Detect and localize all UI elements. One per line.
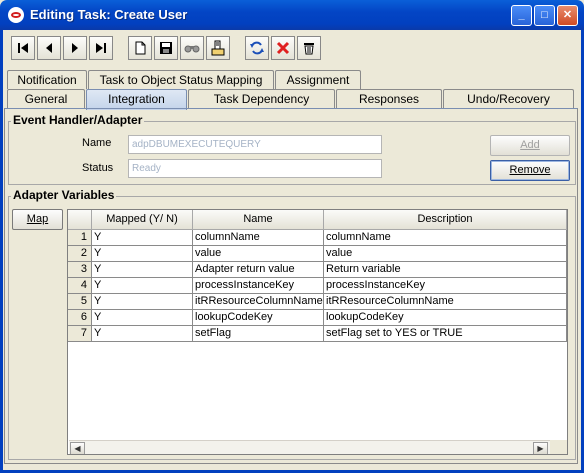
next-record-icon (72, 43, 78, 53)
new-button[interactable] (128, 36, 152, 60)
description-cell[interactable]: value (324, 246, 567, 262)
description-cell[interactable]: itRResourceColumnName (324, 294, 567, 310)
horizontal-scrollbar[interactable]: ◀ ▶ (69, 440, 550, 454)
cancel-button[interactable] (271, 36, 295, 60)
row-number-cell: 1 (68, 230, 92, 246)
cancel-icon (276, 41, 290, 55)
row-number-cell: 2 (68, 246, 92, 262)
delete-icon (304, 43, 314, 55)
assign-icon (211, 40, 225, 56)
remove-label: Remove (509, 164, 551, 176)
adapter-variables-title: Adapter Variables (11, 188, 117, 202)
tab-general[interactable]: General (7, 89, 85, 108)
find-button[interactable] (180, 36, 204, 60)
name-cell[interactable]: lookupCodeKey (193, 310, 324, 326)
row-number-cell: 4 (68, 278, 92, 294)
description-cell[interactable]: processInstanceKey (324, 278, 567, 294)
description-cell[interactable]: lookupCodeKey (324, 310, 567, 326)
name-cell[interactable]: value (193, 246, 324, 262)
mapped-cell[interactable]: Y (92, 310, 193, 326)
tab-task-dependency[interactable]: Task Dependency (188, 89, 335, 108)
column-header-name[interactable]: Name (193, 210, 324, 230)
scroll-corner (550, 440, 567, 454)
previous-record-button[interactable] (37, 36, 61, 60)
refresh-icon (250, 41, 264, 55)
tab-notification[interactable]: Notification (7, 70, 87, 89)
row-number-cell: 5 (68, 294, 92, 310)
mapped-cell[interactable]: Y (92, 294, 193, 310)
new-icon (135, 41, 146, 55)
table-row[interactable]: 3 Y Adapter return value Return variable (68, 262, 567, 278)
table-row[interactable]: 6 Y lookupCodeKey lookupCodeKey (68, 310, 567, 326)
find-icon (184, 45, 200, 53)
previous-record-icon (46, 43, 52, 53)
table-row[interactable]: 5 Y itRResourceColumnName itRResourceCol… (68, 294, 567, 310)
add-button[interactable]: Add (490, 135, 570, 156)
table-row[interactable]: 4 Y processInstanceKey processInstanceKe… (68, 278, 567, 294)
adapter-status-field[interactable]: Ready (128, 159, 382, 178)
mapped-cell[interactable]: Y (92, 262, 193, 278)
row-number-cell: 7 (68, 326, 92, 342)
tab-responses[interactable]: Responses (336, 89, 442, 108)
table-row[interactable]: 7 Y setFlag setFlag set to YES or TRUE (68, 326, 567, 342)
map-button[interactable]: Map (12, 209, 63, 230)
next-record-button[interactable] (63, 36, 87, 60)
minimize-button[interactable]: _ (511, 5, 532, 26)
refresh-button[interactable] (245, 36, 269, 60)
map-label: Map (26, 213, 49, 225)
status-label: Status (82, 162, 114, 174)
adapter-name-field[interactable]: adpDBUMEXECUTEQUERY (128, 135, 382, 154)
name-cell[interactable]: Adapter return value (193, 262, 324, 278)
mapped-cell[interactable]: Y (92, 230, 193, 246)
name-cell[interactable]: setFlag (193, 326, 324, 342)
tab-integration[interactable]: Integration (86, 89, 187, 110)
description-cell[interactable]: setFlag set to YES or TRUE (324, 326, 567, 342)
assign-button[interactable] (206, 36, 230, 60)
name-cell[interactable]: processInstanceKey (193, 278, 324, 294)
remove-button[interactable]: Remove (490, 160, 570, 181)
add-label: Add (520, 139, 540, 151)
maximize-button[interactable]: □ (534, 5, 555, 26)
save-icon (160, 42, 172, 54)
tab-task-to-object-status-mapping[interactable]: Task to Object Status Mapping (88, 70, 274, 89)
column-header-description[interactable]: Description (324, 210, 567, 230)
first-record-icon (18, 43, 28, 53)
row-number-cell: 6 (68, 310, 92, 326)
oracle-logo-icon (8, 7, 24, 23)
adapter-variables-table: Mapped (Y/ N) Name Description 1 Y colum… (67, 209, 568, 455)
mapped-cell[interactable]: Y (92, 326, 193, 342)
last-record-button[interactable] (89, 36, 113, 60)
name-label: Name (82, 137, 112, 149)
first-record-button[interactable] (11, 36, 35, 60)
close-button[interactable]: ✕ (557, 5, 578, 26)
description-cell[interactable]: columnName (324, 230, 567, 246)
name-cell[interactable]: itRResourceColumnName (193, 294, 324, 310)
column-header-row-number[interactable] (68, 210, 92, 230)
table-row[interactable]: 1 Y columnName columnName (68, 230, 567, 246)
column-header-mapped[interactable]: Mapped (Y/ N) (92, 210, 193, 230)
tab-assignment[interactable]: Assignment (275, 70, 361, 89)
delete-button[interactable] (297, 36, 321, 60)
last-record-icon (96, 43, 106, 53)
mapped-cell[interactable]: Y (92, 246, 193, 262)
scroll-left-button[interactable]: ◀ (70, 442, 85, 454)
row-number-cell: 3 (68, 262, 92, 278)
mapped-cell[interactable]: Y (92, 278, 193, 294)
event-handler-title: Event Handler/Adapter (11, 113, 145, 127)
description-cell[interactable]: Return variable (324, 262, 567, 278)
tab-undo-recovery[interactable]: Undo/Recovery (443, 89, 574, 108)
scroll-right-button[interactable]: ▶ (533, 442, 548, 454)
table-row[interactable]: 2 Y value value (68, 246, 567, 262)
save-button[interactable] (154, 36, 178, 60)
window-title: Editing Task: Create User (30, 7, 188, 22)
name-cell[interactable]: columnName (193, 230, 324, 246)
